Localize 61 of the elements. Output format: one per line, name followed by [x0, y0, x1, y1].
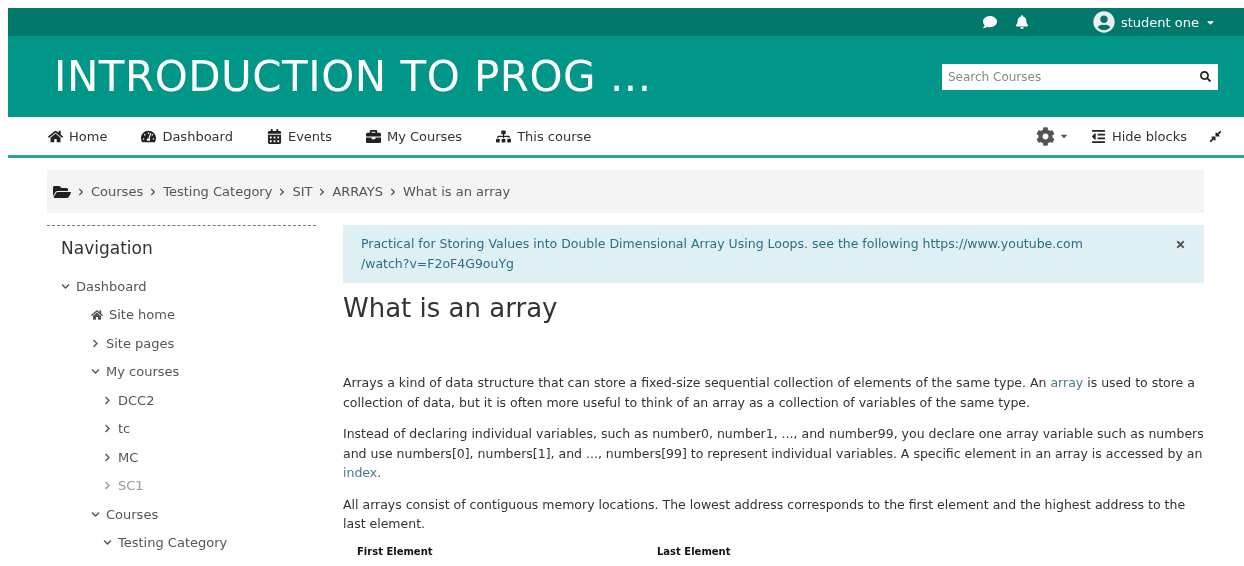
chat-icon[interactable] [982, 15, 997, 29]
close-icon[interactable] [1175, 239, 1186, 250]
course-title: INTRODUCTION TO PROG ... [54, 52, 652, 101]
nav-link[interactable]: Dashboard [141, 128, 233, 144]
nav-link[interactable]: My Courses [365, 128, 463, 144]
breadcrumb-item[interactable]: SIT [292, 184, 313, 199]
breadcrumb-item[interactable]: Courses [91, 184, 144, 199]
chevron-down-icon[interactable] [91, 367, 100, 377]
avatar-icon[interactable] [1092, 11, 1115, 33]
diagram-label: Last Element [657, 545, 732, 557]
alert-text: Practical for Storing Values into Double Dimensional Array Using Loops. see the following https://www.youtube.com /watch?v=F2oF4G9ouYg [361, 235, 1083, 273]
tree-item[interactable]: DCC2 [118, 392, 155, 408]
separator-icon [388, 187, 397, 196]
chevron-right-icon[interactable] [103, 424, 112, 434]
nav-link[interactable]: Events [266, 128, 332, 144]
paragraph: Instead of declaring individual variables, such as number0, number1, ..., and number99, you declare one array variable such as numbers and use numbers[0], numbers[1], and ..., numbers[99] to represent individual variables. A specific element in an array is accessed by an index. [343, 425, 1204, 482]
tree-item[interactable]: tc [118, 421, 131, 437]
gauge-icon [141, 128, 157, 144]
sitemap-icon [496, 128, 512, 144]
block-title: Navigation [61, 238, 154, 258]
diagram-label: First Element [357, 545, 434, 557]
separator-icon [318, 187, 327, 196]
tree-item[interactable]: Site pages [106, 335, 175, 351]
page-title: What is an array [343, 293, 559, 323]
tree-item[interactable]: Dashboard [76, 278, 147, 294]
chevron-right-icon[interactable] [103, 395, 112, 405]
separator-icon [77, 187, 85, 196]
compress-icon[interactable] [1209, 129, 1222, 143]
tree-item[interactable]: Courses [106, 506, 159, 522]
chevron-down-icon[interactable] [61, 281, 70, 291]
paragraph: All arrays consist of contiguous memory locations. The lowest address corresponds to the first element and the highest address to the last element. [343, 495, 1187, 533]
tree-item[interactable]: MC [118, 449, 139, 465]
breadcrumb-item[interactable]: Testing Category [163, 184, 273, 199]
tree-item[interactable]: My courses [106, 364, 180, 380]
link[interactable]: array [1050, 375, 1084, 390]
separator-icon [278, 187, 287, 196]
bell-icon[interactable] [1014, 15, 1029, 29]
settings-icon [1035, 126, 1055, 146]
breadcrumb-item[interactable]: ARRAYS [332, 184, 383, 199]
tree-item[interactable]: Testing Category [118, 535, 228, 551]
tree-item[interactable]: Site home [109, 307, 175, 323]
chevron-right-icon[interactable] [91, 338, 100, 348]
chevron-right-icon[interactable] [103, 452, 112, 462]
search-button[interactable] [1192, 63, 1218, 90]
chevron-down-icon[interactable] [91, 509, 100, 519]
separator-icon [149, 187, 158, 196]
outdent-icon [1090, 128, 1106, 144]
calendar-icon [266, 128, 282, 144]
home-icon [48, 128, 63, 144]
nav-link[interactable]: Home [48, 128, 108, 144]
hide-blocks-link[interactable]: Hide blocks [1090, 128, 1187, 144]
settings-menu[interactable] [1035, 126, 1069, 146]
paragraph: Arrays a kind of data structure that can store a fixed-size sequential collection of elements of the same type. An array is used to store a collection of data, but it is often more useful to think of an array as a collection of variables of the same type. [343, 374, 1196, 412]
breadcrumb-item[interactable]: What is an array [402, 184, 511, 199]
user-name[interactable]: student one [1120, 14, 1199, 30]
search-icon [1199, 71, 1211, 82]
search-field[interactable]: Search Courses [942, 63, 1192, 90]
nav-link[interactable]: This course [496, 128, 592, 144]
chevron-down-icon[interactable] [103, 538, 112, 548]
briefcase-icon [365, 128, 381, 144]
home-icon [91, 308, 103, 321]
